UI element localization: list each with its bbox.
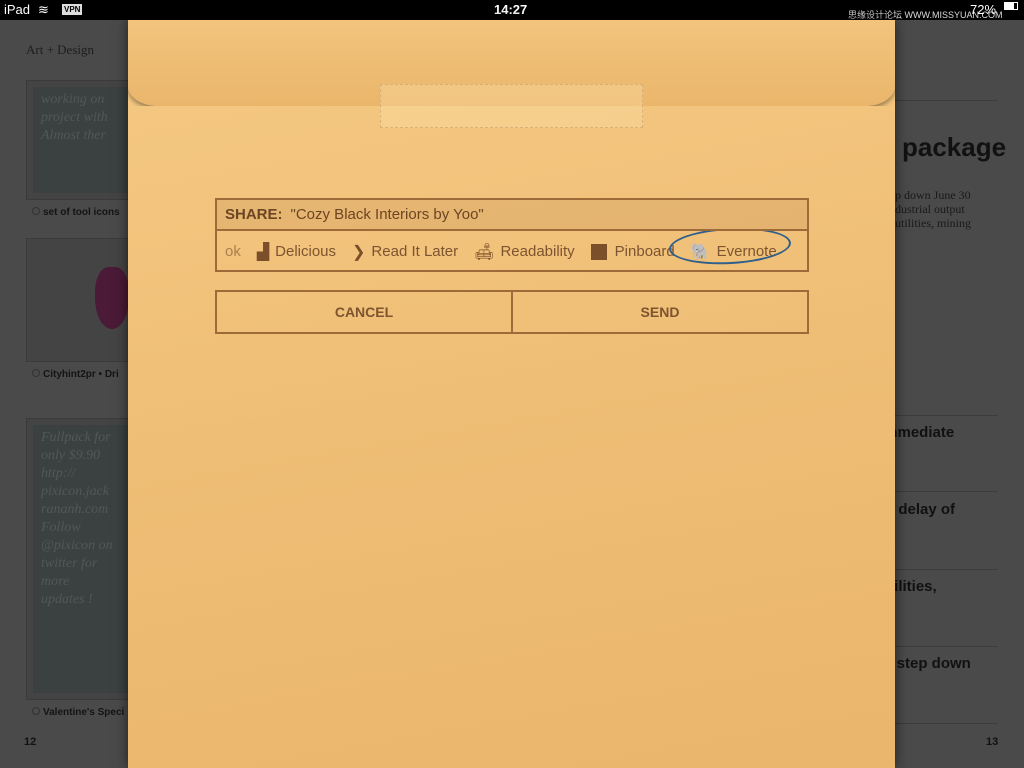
cancel-button[interactable]: CANCEL bbox=[217, 292, 511, 332]
section-title: Art + Design bbox=[26, 42, 94, 57]
action-buttons: CANCEL SEND bbox=[215, 290, 809, 334]
right-page: package p down June 30 dustrial output u… bbox=[880, 20, 1024, 768]
headline[interactable]: package bbox=[902, 132, 1006, 163]
left-page: Art + Design working on project with Alm… bbox=[0, 20, 146, 768]
share-envelope: SHARE: "Cozy Black Interiors by Yoo" ok ▟… bbox=[128, 20, 895, 768]
service-read-it-later[interactable]: ❯ Read It Later bbox=[352, 242, 458, 262]
service-readability[interactable]: 🛋 Readability bbox=[474, 242, 575, 262]
service-pinboard[interactable]: Pinboard bbox=[590, 243, 675, 260]
summary: p down June 30 dustrial output utilities… bbox=[895, 188, 972, 230]
service-facebook[interactable]: ok bbox=[225, 243, 241, 260]
card-caption: set of tool icons bbox=[32, 207, 120, 218]
read-it-later-icon: ❯ bbox=[352, 243, 366, 261]
service-delicious[interactable]: ▟ Delicious bbox=[257, 242, 336, 262]
device-name: iPad bbox=[4, 2, 31, 17]
wifi-icon: ≋ bbox=[38, 2, 49, 17]
status-bar: iPad ≋ VPN 14:27 思缘设计论坛 WWW.MISSYUAN.COM… bbox=[0, 0, 1024, 20]
card-caption: Valentine's Speci bbox=[32, 707, 124, 718]
share-header: SHARE: "Cozy Black Interiors by Yoo" bbox=[217, 200, 807, 231]
page-number: 12 bbox=[24, 736, 37, 748]
highlight-ring bbox=[667, 231, 792, 267]
delicious-icon: ▟ bbox=[256, 243, 270, 261]
page-number: 13 bbox=[986, 736, 999, 748]
send-button[interactable]: SEND bbox=[511, 292, 807, 332]
service-list[interactable]: ok ▟ Delicious ❯ Read It Later 🛋 Readabilit… bbox=[217, 231, 807, 272]
battery-icon bbox=[1004, 2, 1018, 10]
readability-icon: 🛋 bbox=[474, 243, 495, 261]
card-caption: Cityhint2pr • Dri bbox=[32, 369, 119, 380]
tape bbox=[380, 84, 643, 128]
service-evernote[interactable]: 🐘 Evernote bbox=[667, 231, 792, 267]
pinboard-icon bbox=[590, 243, 607, 260]
hand-image bbox=[95, 267, 129, 329]
clock: 14:27 bbox=[494, 2, 528, 17]
vpn-badge: VPN bbox=[62, 4, 83, 15]
share-panel: SHARE: "Cozy Black Interiors by Yoo" ok ▟… bbox=[215, 198, 809, 272]
battery-percent: 72% bbox=[970, 2, 997, 17]
share-title: "Cozy Black Interiors by Yoo" bbox=[290, 206, 484, 223]
